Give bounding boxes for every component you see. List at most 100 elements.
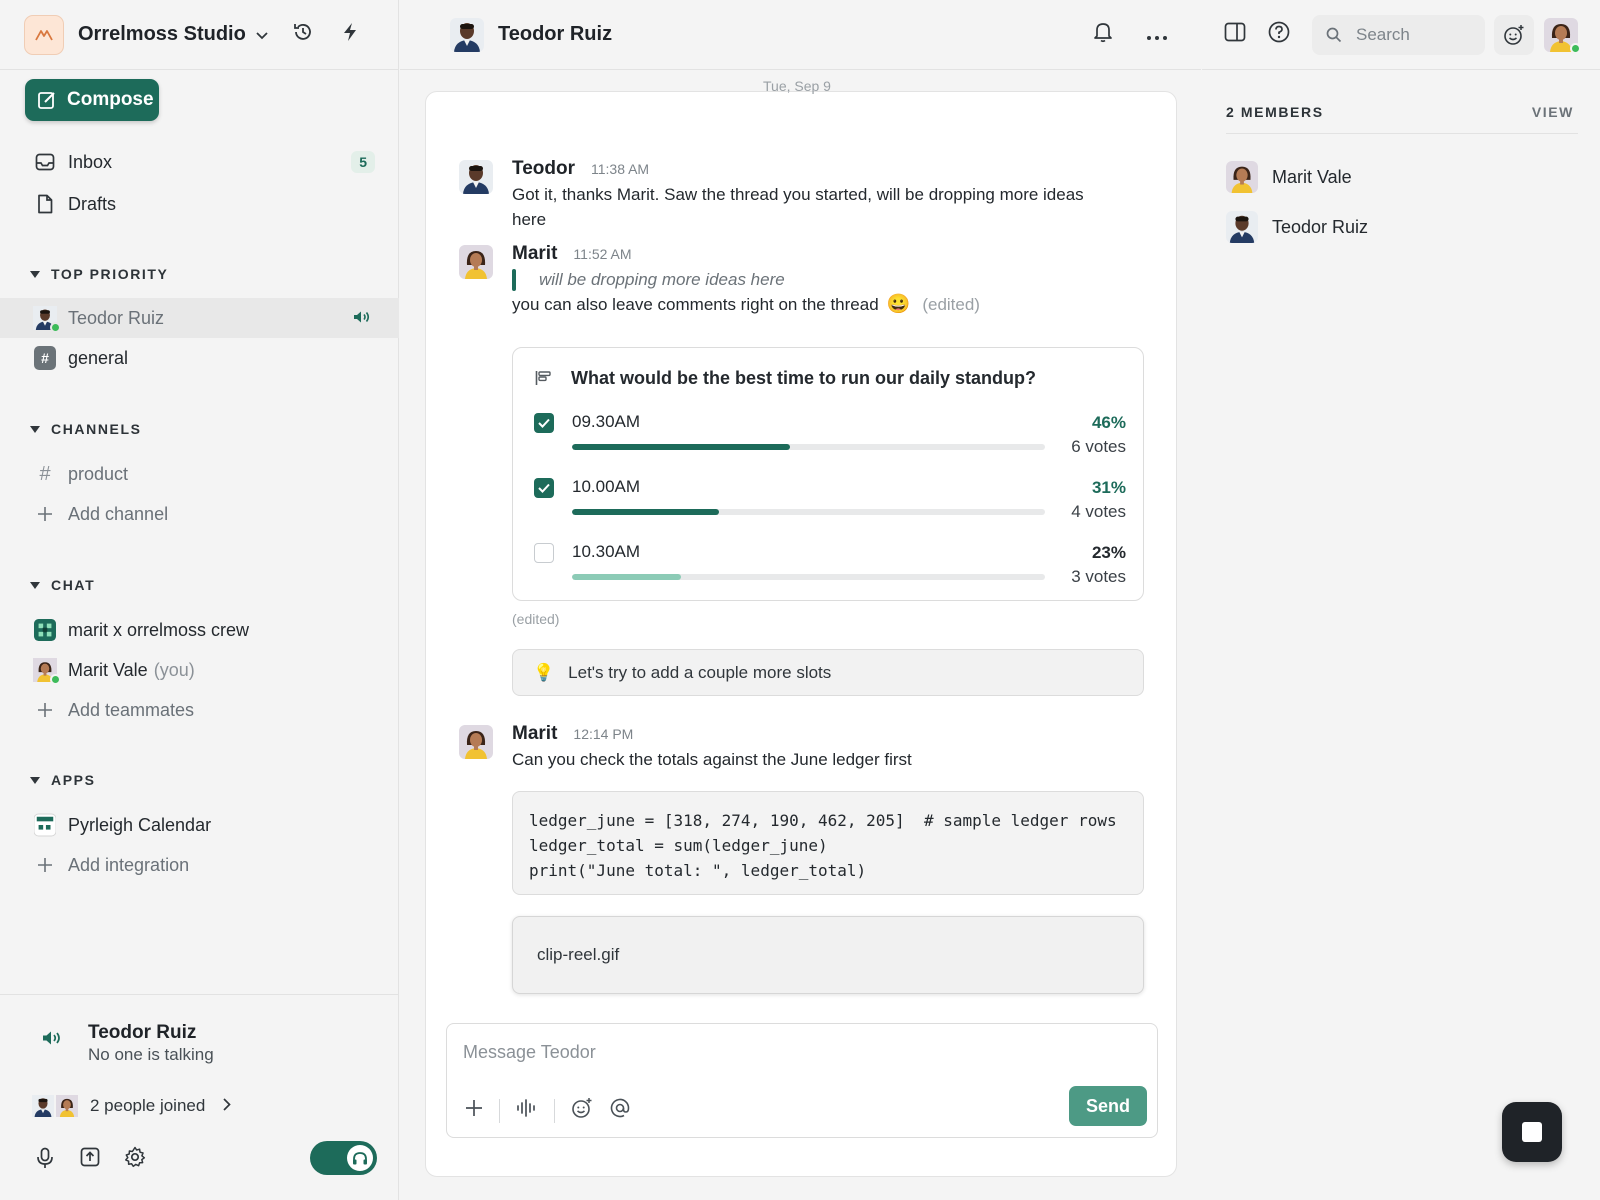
avatar[interactable] <box>459 160 493 194</box>
plus-icon[interactable] <box>465 1099 483 1122</box>
app-pyrleigh-calendar[interactable]: Pyrleigh Calendar <box>0 805 399 845</box>
avatar[interactable] <box>450 18 484 52</box>
caret-down-icon <box>30 425 40 433</box>
message-text: you can also leave comments right on the… <box>512 295 879 314</box>
nav-inbox[interactable]: Inbox 5 <box>0 142 399 182</box>
microphone-icon[interactable] <box>36 1147 54 1174</box>
message-input[interactable]: Message Teodor <box>463 1042 596 1063</box>
conversation-header: Teodor Ruiz <box>400 0 1201 70</box>
code-block[interactable]: ledger_june = [318, 274, 190, 462, 205] … <box>512 791 1144 895</box>
mention-icon[interactable] <box>609 1097 631 1124</box>
poll-option-label[interactable]: 10.30AM <box>572 542 640 562</box>
compose-button[interactable]: Compose <box>25 79 159 121</box>
inbox-icon <box>34 153 56 171</box>
section-apps[interactable]: APPS <box>30 772 96 788</box>
poll-option-checkbox[interactable] <box>534 543 554 563</box>
plus-icon <box>34 702 56 718</box>
nav-drafts[interactable]: Drafts <box>0 184 399 224</box>
poll-progress-fill <box>572 444 790 450</box>
check-icon <box>538 418 550 428</box>
add-teammates-button[interactable]: Add teammates <box>0 690 399 730</box>
inbox-count-badge: 5 <box>351 151 375 173</box>
send-button[interactable]: Send <box>1069 1086 1147 1126</box>
search-input[interactable]: Search <box>1312 15 1485 55</box>
poll-option-percent: 46% <box>1091 413 1126 432</box>
dm-teodor-ruiz[interactable]: Teodor Ruiz <box>0 298 399 338</box>
lightning-icon[interactable] <box>342 22 358 47</box>
members-view-link[interactable]: VIEW <box>1532 104 1574 120</box>
avatar[interactable] <box>459 725 493 759</box>
message-composer[interactable]: Message Teodor Send <box>446 1023 1158 1138</box>
code-line: ledger_june = [318, 274, 190, 462, 205] … <box>529 811 1117 830</box>
add-channel-label: Add channel <box>68 503 169 524</box>
caret-down-icon <box>30 581 40 589</box>
add-integration-button[interactable]: Add integration <box>0 845 399 885</box>
file-attachment[interactable]: clip-reel.gif <box>512 916 1144 994</box>
section-channels[interactable]: CHANNELS <box>30 421 142 437</box>
voice-participants[interactable]: 2 people joined <box>32 1095 232 1117</box>
edited-label: (edited) <box>922 295 980 314</box>
dm-marit-vale[interactable]: Marit Vale (you) <box>0 650 399 690</box>
poll-option-label[interactable]: 09.30AM <box>572 412 640 432</box>
share-screen-icon[interactable] <box>80 1147 100 1172</box>
more-options-icon[interactable] <box>1147 25 1167 45</box>
edit-icon <box>38 92 55 109</box>
channel-general-label: general <box>68 347 129 368</box>
app-pyrleigh-calendar-label: Pyrleigh Calendar <box>68 814 212 835</box>
stop-icon <box>1522 1122 1542 1142</box>
member-item[interactable]: Marit Vale <box>1226 161 1352 193</box>
poll-option-percent: 31% <box>1091 478 1126 497</box>
message-author[interactable]: Teodor <box>512 158 575 180</box>
section-top-priority[interactable]: TOP PRIORITY <box>30 266 168 282</box>
workspace-name[interactable]: Orrelmoss Studio <box>78 23 246 46</box>
online-status-dot <box>1570 43 1581 54</box>
avatar[interactable] <box>459 245 493 279</box>
online-status-dot <box>50 322 61 333</box>
attachment-filename: clip-reel.gif <box>537 945 620 964</box>
poll-option-votes: 3 votes <box>1071 567 1126 586</box>
people-joined-label: 2 people joined <box>90 1096 206 1115</box>
message-author[interactable]: Marit <box>512 723 557 745</box>
add-reaction-button[interactable] <box>1494 15 1534 55</box>
channel-general[interactable]: # general <box>0 338 399 378</box>
hash-icon: # <box>39 462 51 485</box>
dm-teodor-ruiz-label: Teodor Ruiz <box>68 307 165 328</box>
speaker-icon <box>353 308 371 329</box>
code-line: print("June total: ", ledger_total) <box>529 861 867 880</box>
section-chat[interactable]: CHAT <box>30 577 95 593</box>
stop-recording-button[interactable] <box>1502 1102 1562 1162</box>
channel-product-label: product <box>68 463 129 484</box>
add-channel-button[interactable]: Add channel <box>0 494 399 534</box>
search-placeholder: Search <box>1356 25 1410 44</box>
user-avatar-menu[interactable] <box>1544 18 1581 54</box>
chevron-down-icon[interactable] <box>256 25 268 45</box>
channel-product[interactable]: # product <box>0 454 399 494</box>
add-integration-label: Add integration <box>68 854 190 875</box>
plus-icon <box>34 506 56 522</box>
sidebar-toggle-icon[interactable] <box>1224 22 1246 47</box>
workspace-logo[interactable] <box>24 14 64 55</box>
help-icon[interactable] <box>1268 21 1290 48</box>
headphones-toggle[interactable] <box>310 1141 377 1175</box>
bell-icon[interactable] <box>1093 21 1113 48</box>
document-icon <box>34 194 56 214</box>
poll-option-label[interactable]: 10.00AM <box>572 477 640 497</box>
quote-bar <box>512 268 516 291</box>
message-author[interactable]: Marit <box>512 243 557 265</box>
poll-option-checkbox[interactable] <box>534 478 554 498</box>
compose-label: Compose <box>67 89 154 110</box>
poll-option-checkbox[interactable] <box>534 413 554 433</box>
poll-option-votes: 6 votes <box>1071 437 1126 456</box>
history-icon[interactable] <box>292 21 314 48</box>
group-chat-crew[interactable]: marit x orrelmoss crew <box>0 610 399 650</box>
lightbulb-icon: 💡 <box>533 662 555 682</box>
edited-label: (edited) <box>512 611 560 627</box>
members-count-title: 2 MEMBERS <box>1226 104 1324 120</box>
emoji-icon[interactable] <box>571 1097 593 1124</box>
toolbar-divider <box>499 1098 500 1123</box>
audio-waveform-icon[interactable] <box>516 1099 538 1122</box>
member-item[interactable]: Teodor Ruiz <box>1226 211 1368 243</box>
settings-gear-icon[interactable] <box>124 1146 146 1173</box>
calendar-app-icon <box>34 813 56 837</box>
suggestion-text: Let's try to add a couple more slots <box>568 662 832 682</box>
